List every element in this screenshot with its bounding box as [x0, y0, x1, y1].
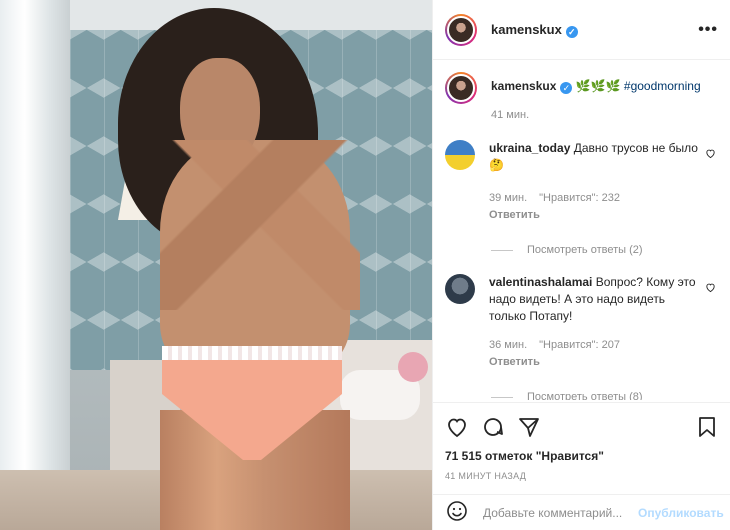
reply-button[interactable]: Ответить [489, 354, 705, 371]
view-replies-label[interactable]: Посмотреть ответы (8) [527, 391, 643, 400]
comment-row: ukraina_today Давно трусов не было 🤔 39 … [445, 140, 719, 224]
author-username[interactable]: kamenskux ✓ [491, 22, 578, 38]
comment-row: valentinashalamai Вопрос? Кому это надо … [445, 274, 719, 371]
add-comment-bar: Опубликовать [433, 494, 730, 530]
author-avatar[interactable] [445, 13, 477, 46]
post-photo[interactable] [0, 0, 432, 530]
caption-author[interactable]: kamenskux [491, 79, 556, 93]
photo-arms [160, 140, 360, 310]
photo-lace [162, 346, 342, 360]
likes-count[interactable]: 71 515 отметок "Нравится" [445, 449, 719, 463]
caption-emojis: 🌿🌿🌿 [575, 79, 621, 93]
replies-divider [491, 249, 513, 251]
comment-user[interactable]: ukraina_today [489, 141, 570, 155]
post-time-ago[interactable]: 41 МИНУТ НАЗАД [445, 471, 719, 481]
view-replies-label[interactable]: Посмотреть ответы (2) [527, 244, 643, 256]
comment-user[interactable]: valentinashalamai [489, 275, 592, 289]
comment-body: valentinashalamai Вопрос? Кому это надо … [489, 274, 705, 371]
post-comment-button[interactable]: Опубликовать [638, 506, 724, 520]
comment-time[interactable]: 39 мин. [489, 192, 527, 204]
author-username-text[interactable]: kamenskux [491, 22, 562, 37]
commenter-avatar[interactable] [445, 140, 475, 170]
replies-divider [491, 396, 513, 398]
post-dialog: kamenskux ✓ ••• kamenskux ✓ 🌿🌿🌿 #goodmorni… [0, 0, 730, 530]
reply-button[interactable]: Ответить [489, 207, 705, 224]
comment-icon[interactable] [481, 415, 505, 439]
caption-time[interactable]: 41 мин. [491, 109, 529, 121]
verified-icon: ✓ [560, 82, 573, 94]
post-actions: 71 515 отметок "Нравится" 41 МИНУТ НАЗАД [433, 402, 730, 481]
verified-icon: ✓ [565, 25, 578, 38]
action-icons [445, 413, 719, 441]
post-side-panel: kamenskux ✓ ••• kamenskux ✓ 🌿🌿🌿 #goodmorni… [432, 0, 730, 530]
caption-row: kamenskux ✓ 🌿🌿🌿 #goodmorning 41 мин. [445, 72, 719, 124]
more-options-icon[interactable]: ••• [698, 21, 718, 39]
comment-meta: 39 мин. "Нравится": 232 [489, 190, 705, 207]
emoji-icon[interactable] [445, 499, 469, 526]
paper-plane-icon[interactable] [517, 415, 541, 439]
comment-meta: 36 мин. "Нравится": 207 [489, 337, 705, 354]
photo-curtain [0, 0, 70, 530]
comments-list: kamenskux ✓ 🌿🌿🌿 #goodmorning 41 мин. ukra… [433, 60, 730, 400]
bookmark-icon[interactable] [695, 415, 719, 439]
comment-time[interactable]: 36 мин. [489, 339, 527, 351]
comment-input[interactable] [483, 505, 638, 520]
comment-body: ukraina_today Давно трусов не было 🤔 39 … [489, 140, 705, 224]
photo-flower [398, 352, 428, 382]
view-replies-button[interactable]: Посмотреть ответы (8) [491, 391, 719, 400]
view-replies-button[interactable]: Посмотреть ответы (2) [491, 244, 719, 256]
caption-body: kamenskux ✓ 🌿🌿🌿 #goodmorning 41 мин. [491, 72, 719, 124]
comment-likes[interactable]: "Нравится": 207 [539, 339, 620, 351]
comment-likes[interactable]: "Нравится": 232 [539, 192, 620, 204]
caption-author-avatar[interactable] [445, 72, 477, 104]
caption-hashtag[interactable]: #goodmorning [624, 79, 701, 93]
caption-meta: 41 мин. [491, 107, 719, 124]
heart-icon[interactable] [445, 415, 469, 439]
commenter-avatar[interactable] [445, 274, 475, 304]
comment-heart-icon[interactable] [705, 148, 719, 224]
comment-heart-icon[interactable] [705, 282, 719, 371]
post-header: kamenskux ✓ ••• [433, 0, 730, 60]
